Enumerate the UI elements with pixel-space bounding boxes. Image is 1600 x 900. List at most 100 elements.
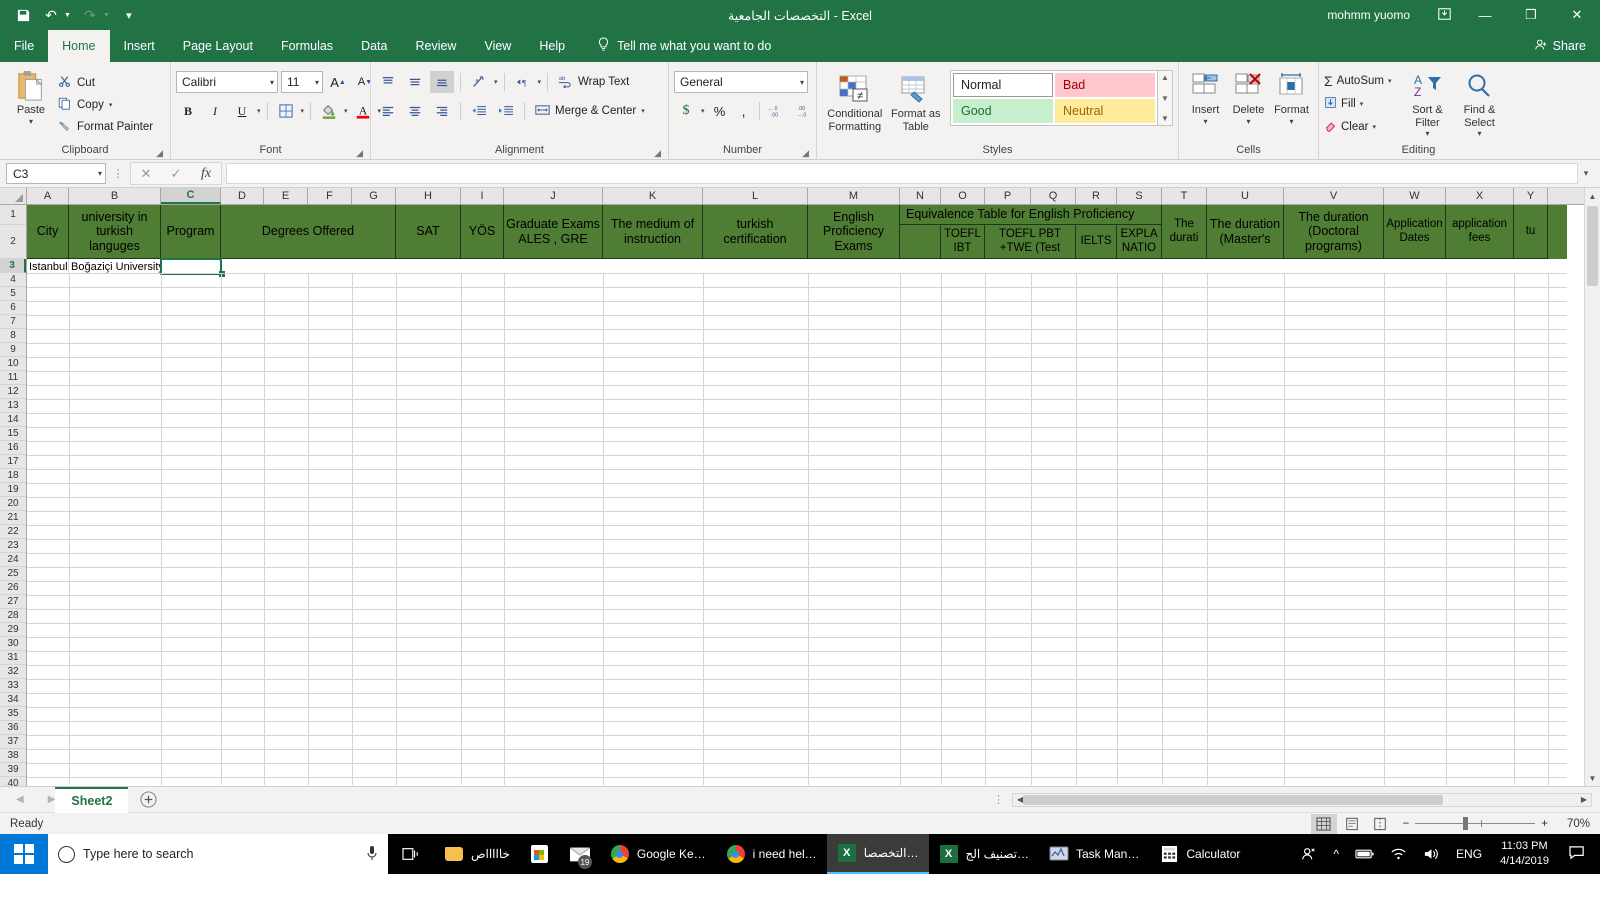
column-header-Y[interactable]: Y bbox=[1514, 188, 1548, 204]
tab-view[interactable]: View bbox=[470, 30, 525, 62]
gallery-scroll-up-icon[interactable]: ▲ bbox=[1161, 73, 1169, 82]
column-header-W[interactable]: W bbox=[1384, 188, 1446, 204]
header-cell-tu[interactable]: tu bbox=[1514, 205, 1548, 259]
align-bottom-icon[interactable] bbox=[430, 71, 454, 93]
volume-icon[interactable] bbox=[1415, 834, 1448, 874]
increase-decimal-icon[interactable]: ←.0.00 bbox=[766, 100, 790, 122]
format-cells-button[interactable]: Format ▾ bbox=[1270, 66, 1313, 126]
row-header-38[interactable]: 38 bbox=[0, 749, 26, 763]
tab-data[interactable]: Data bbox=[347, 30, 401, 62]
header-cell-ielts[interactable]: IELTS bbox=[1076, 225, 1117, 259]
share-button[interactable]: Share bbox=[1534, 30, 1586, 62]
accounting-format-button[interactable]: $ bbox=[674, 100, 698, 122]
row-header-19[interactable]: 19 bbox=[0, 483, 26, 497]
insert-function-button[interactable]: fx bbox=[191, 163, 221, 184]
copy-button[interactable]: Copy ▾ bbox=[57, 94, 153, 116]
cut-button[interactable]: Cut bbox=[57, 72, 153, 94]
column-header-I[interactable]: I bbox=[461, 188, 504, 204]
paste-button[interactable]: Paste ▾ bbox=[5, 66, 57, 126]
underline-button[interactable]: U bbox=[230, 100, 254, 122]
row-header-7[interactable]: 7 bbox=[0, 315, 26, 329]
number-format-dropdown-icon[interactable]: ▾ bbox=[795, 78, 804, 87]
row-header-23[interactable]: 23 bbox=[0, 539, 26, 553]
header-cell-application-fees[interactable]: application fees bbox=[1446, 205, 1514, 259]
row-header-20[interactable]: 20 bbox=[0, 497, 26, 511]
cancel-formula-button[interactable]: ✕ bbox=[131, 163, 161, 184]
header-cell-city[interactable]: City bbox=[27, 205, 69, 259]
borders-dropdown-icon[interactable]: ▾ bbox=[301, 107, 305, 115]
column-header-C[interactable]: C bbox=[161, 188, 221, 204]
header-cell-degrees-offered[interactable]: Degrees Offered bbox=[221, 205, 396, 259]
save-icon[interactable] bbox=[10, 3, 36, 27]
header-cell-program[interactable]: Program bbox=[161, 205, 221, 259]
taskbar-item-task-manager[interactable]: Task Man… bbox=[1039, 834, 1149, 874]
start-button[interactable] bbox=[0, 834, 48, 874]
style-normal[interactable]: Normal bbox=[953, 73, 1053, 97]
row-header-12[interactable]: 12 bbox=[0, 385, 26, 399]
style-bad[interactable]: Bad bbox=[1055, 73, 1155, 97]
fill-dropdown-icon[interactable]: ▾ bbox=[1360, 100, 1364, 108]
taskbar-item-excel-tasneef[interactable]: X تصنيف الج… bbox=[929, 834, 1039, 874]
align-left-icon[interactable] bbox=[376, 100, 400, 122]
row-header-8[interactable]: 8 bbox=[0, 329, 26, 343]
column-header-V[interactable]: V bbox=[1284, 188, 1384, 204]
row-header-4[interactable]: 4 bbox=[0, 273, 26, 287]
row-header-39[interactable]: 39 bbox=[0, 763, 26, 777]
merge-center-dropdown-icon[interactable]: ▾ bbox=[641, 107, 645, 115]
column-header-O[interactable]: O bbox=[941, 188, 985, 204]
row-header-15[interactable]: 15 bbox=[0, 427, 26, 441]
find-select-dropdown-icon[interactable]: ▾ bbox=[1477, 129, 1481, 138]
row-header-31[interactable]: 31 bbox=[0, 651, 26, 665]
font-name-dropdown-icon[interactable]: ▾ bbox=[265, 78, 274, 87]
row-header-2[interactable]: 2 bbox=[0, 225, 26, 259]
number-format-combo[interactable]: General ▾ bbox=[674, 71, 808, 93]
column-header-D[interactable]: D bbox=[221, 188, 264, 204]
comma-format-button[interactable]: , bbox=[735, 100, 753, 122]
align-center-icon[interactable] bbox=[403, 100, 427, 122]
text-direction-icon[interactable]: ¶ bbox=[511, 71, 535, 93]
wifi-icon[interactable] bbox=[1382, 834, 1415, 874]
row-header-3[interactable]: 3 bbox=[0, 259, 26, 273]
orientation-icon[interactable]: a bbox=[467, 71, 491, 93]
row-header-10[interactable]: 10 bbox=[0, 357, 26, 371]
tab-page-layout[interactable]: Page Layout bbox=[169, 30, 267, 62]
tell-me-search[interactable]: Tell me what you want to do bbox=[597, 30, 771, 62]
insert-cells-dropdown-icon[interactable]: ▾ bbox=[1203, 117, 1207, 126]
minimize-button[interactable]: — bbox=[1462, 0, 1508, 30]
gallery-scroll-down-icon[interactable]: ▼ bbox=[1161, 94, 1169, 103]
font-name-combo[interactable]: Calibri ▾ bbox=[176, 71, 278, 93]
column-header-R[interactable]: R bbox=[1076, 188, 1117, 204]
undo-icon[interactable]: ↶ bbox=[38, 3, 64, 27]
clipboard-dialog-launcher[interactable]: ◢ bbox=[156, 148, 163, 159]
header-cell-explanation[interactable]: EXPLA NATIO bbox=[1117, 225, 1162, 259]
battery-icon[interactable] bbox=[1347, 834, 1382, 874]
row-header-36[interactable]: 36 bbox=[0, 721, 26, 735]
row-header-33[interactable]: 33 bbox=[0, 679, 26, 693]
header-cell-sat[interactable]: SAT bbox=[396, 205, 461, 259]
header-cell-duration-masters[interactable]: The duration (Master's bbox=[1207, 205, 1284, 259]
language-indicator[interactable]: ENG bbox=[1448, 834, 1490, 874]
clock[interactable]: 11:03 PM 4/14/2019 bbox=[1490, 839, 1559, 869]
search-box[interactable]: Type here to search bbox=[48, 834, 388, 874]
row-header-32[interactable]: 32 bbox=[0, 665, 26, 679]
header-cell-N2[interactable] bbox=[900, 225, 941, 259]
row-header-5[interactable]: 5 bbox=[0, 287, 26, 301]
horizontal-scrollbar[interactable]: ◀ ▶ bbox=[1012, 792, 1592, 807]
hscroll-right-icon[interactable]: ▶ bbox=[1577, 795, 1591, 804]
row-header-24[interactable]: 24 bbox=[0, 553, 26, 567]
underline-dropdown-icon[interactable]: ▾ bbox=[257, 107, 261, 115]
header-cell-yos[interactable]: YÖS bbox=[461, 205, 504, 259]
header-cell-university[interactable]: university in turkish languges bbox=[69, 205, 161, 259]
header-cell-the-duration[interactable]: The durati bbox=[1162, 205, 1207, 259]
row-header-40[interactable]: 40 bbox=[0, 777, 26, 786]
normal-view-icon[interactable] bbox=[1310, 813, 1337, 834]
autosum-dropdown-icon[interactable]: ▾ bbox=[1388, 77, 1392, 85]
find-select-button[interactable]: Find & Select ▾ bbox=[1453, 66, 1505, 138]
format-painter-button[interactable]: Format Painter bbox=[57, 116, 153, 138]
header-cell-turkish-certification[interactable]: turkish certification bbox=[703, 205, 808, 259]
bold-button[interactable]: B bbox=[176, 100, 200, 122]
row-header-6[interactable]: 6 bbox=[0, 301, 26, 315]
column-header-Q[interactable]: Q bbox=[1031, 188, 1076, 204]
people-icon[interactable] bbox=[1293, 834, 1325, 874]
align-top-icon[interactable] bbox=[376, 71, 400, 93]
